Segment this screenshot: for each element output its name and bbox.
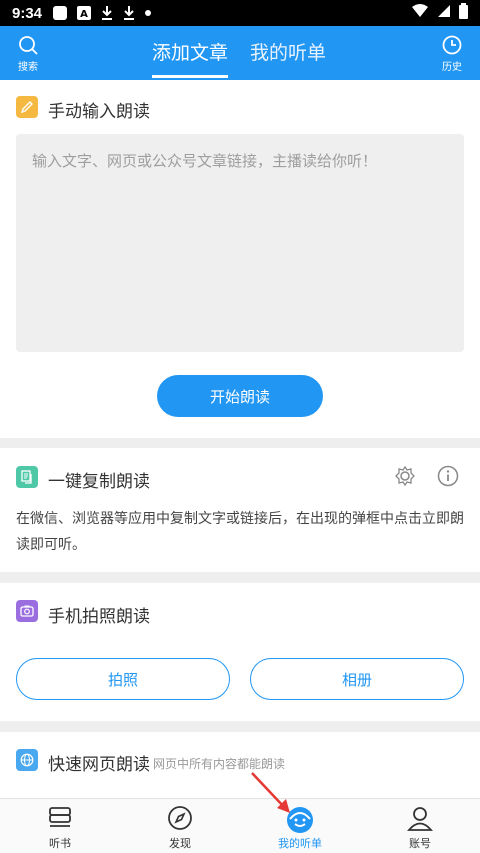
tab-my-list[interactable]: 我的听单 bbox=[250, 38, 326, 65]
info-icon[interactable] bbox=[437, 465, 459, 491]
notification-a-icon: A bbox=[76, 5, 92, 21]
copy-read-title: 一键复制朗读 bbox=[48, 472, 150, 492]
user-icon bbox=[407, 805, 433, 835]
clock-icon bbox=[442, 35, 462, 55]
nav-item-discover[interactable]: 发现 bbox=[140, 799, 220, 853]
globe-icon bbox=[16, 749, 38, 771]
history-label: 历史 bbox=[442, 62, 462, 73]
nav-label: 发现 bbox=[169, 837, 191, 850]
web-read-subtitle: 网页中所有内容都能朗读 bbox=[153, 757, 286, 771]
camera-icon bbox=[16, 600, 38, 622]
manual-input-title: 手动输入朗读 bbox=[48, 102, 150, 122]
nav-item-bookshelf[interactable]: 听书 bbox=[20, 799, 100, 853]
history-button[interactable]: 历史 bbox=[432, 34, 472, 73]
album-button[interactable]: 相册 bbox=[250, 658, 464, 700]
nav-item-my-list[interactable]: 我的听单 bbox=[260, 799, 340, 853]
svg-text:A: A bbox=[80, 9, 88, 20]
smile-headphones-icon bbox=[285, 805, 315, 839]
copy-read-description: 在微信、浏览器等应用中复制文字或链接后，在出现的弹框中点击立即朗读即可听。 bbox=[16, 511, 464, 553]
bookshelf-icon bbox=[47, 805, 73, 835]
search-icon bbox=[19, 36, 38, 55]
notification-app-icon bbox=[52, 5, 68, 21]
start-reading-button[interactable]: 开始朗读 bbox=[157, 375, 323, 417]
nav-label: 我的听单 bbox=[278, 837, 322, 850]
tab-add-article[interactable]: 添加文章 bbox=[152, 38, 228, 65]
search-button[interactable]: 搜索 bbox=[8, 34, 48, 73]
dot-icon bbox=[144, 9, 152, 17]
search-label: 搜索 bbox=[18, 62, 38, 73]
copy-icon bbox=[16, 466, 38, 488]
bottom-navigation: 听书 发现 我的听单 账号 bbox=[0, 798, 480, 853]
pencil-icon bbox=[16, 96, 38, 118]
download-icon bbox=[100, 5, 114, 21]
battery-icon bbox=[459, 3, 468, 23]
status-bar: 9:34 A bbox=[0, 0, 480, 26]
wifi-icon bbox=[411, 4, 429, 22]
settings-gear-icon[interactable] bbox=[394, 465, 416, 491]
nav-label: 听书 bbox=[49, 837, 71, 850]
status-time: 9:34 bbox=[12, 4, 43, 22]
compass-icon bbox=[167, 805, 193, 835]
web-read-title: 快速网页朗读 bbox=[48, 755, 150, 775]
nav-item-account[interactable]: 账号 bbox=[380, 799, 460, 853]
nav-label: 账号 bbox=[409, 837, 431, 850]
text-input-placeholder: 输入文字、网页或公众号文章链接，主播读给你听！ bbox=[32, 152, 378, 170]
take-photo-button[interactable]: 拍照 bbox=[16, 658, 230, 700]
app-header: 搜索 添加文章 我的听单 历史 bbox=[0, 26, 480, 80]
signal-icon bbox=[437, 4, 451, 22]
text-input-area[interactable]: 输入文字、网页或公众号文章链接，主播读给你听！ bbox=[16, 134, 464, 352]
download-icon bbox=[122, 5, 136, 21]
photo-read-title: 手机拍照朗读 bbox=[48, 607, 150, 627]
active-tab-indicator bbox=[152, 75, 228, 78]
